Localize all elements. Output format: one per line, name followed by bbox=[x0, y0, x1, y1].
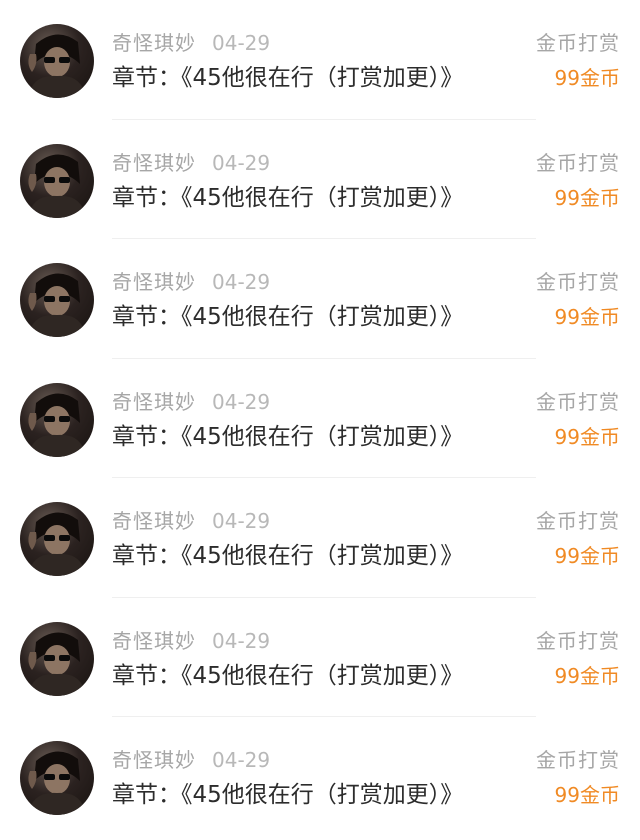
chapter-title: 章节：《45他很在行（打赏加更）》 bbox=[112, 662, 464, 689]
reward-type: 金币打赏 bbox=[536, 270, 620, 294]
user-avatar-icon[interactable] bbox=[20, 24, 94, 98]
chapter-title: 章节：《45他很在行（打赏加更）》 bbox=[112, 184, 464, 211]
reward-row[interactable]: 奇怪琪妙 04-29 章节：《45他很在行（打赏加更）》 金币打赏 99金币 bbox=[0, 0, 640, 120]
user-avatar-icon[interactable] bbox=[20, 621, 94, 696]
username: 奇怪琪妙 bbox=[112, 31, 196, 55]
username: 奇怪琪妙 bbox=[112, 628, 196, 653]
reward-type: 金币打赏 bbox=[536, 31, 620, 55]
reward-row[interactable]: 奇怪琪妙 04-29 章节：《45他很在行（打赏加更）》 金币打赏 99金币 bbox=[0, 239, 640, 359]
reward-amount: 99金币 bbox=[554, 305, 620, 329]
reward-row[interactable]: 奇怪琪妙 04-29 章节：《45他很在行（打赏加更）》 金币打赏 99金币 bbox=[0, 598, 640, 718]
reward-date: 04-29 bbox=[212, 748, 271, 772]
username: 奇怪琪妙 bbox=[112, 509, 196, 533]
reward-date: 04-29 bbox=[212, 389, 271, 414]
chapter-title: 章节：《45他很在行（打赏加更）》 bbox=[112, 65, 464, 91]
chapter-title: 章节：《45他很在行（打赏加更）》 bbox=[112, 543, 464, 569]
reward-amount: 99金币 bbox=[554, 424, 620, 449]
username: 奇怪琪妙 bbox=[112, 270, 196, 294]
reward-type: 金币打赏 bbox=[536, 150, 620, 175]
username: 奇怪琪妙 bbox=[112, 389, 196, 414]
user-avatar-icon[interactable] bbox=[20, 741, 94, 815]
reward-date: 04-29 bbox=[212, 628, 271, 653]
user-avatar-icon[interactable] bbox=[20, 143, 94, 218]
reward-date: 04-29 bbox=[212, 270, 271, 294]
chapter-title: 章节：《45他很在行（打赏加更）》 bbox=[112, 304, 464, 330]
reward-row[interactable]: 奇怪琪妙 04-29 章节：《45他很在行（打赏加更）》 金币打赏 99金币 bbox=[0, 478, 640, 598]
reward-date: 04-29 bbox=[212, 150, 271, 175]
reward-row[interactable]: 奇怪琪妙 04-29 章节：《45他很在行（打赏加更）》 金币打赏 99金币 bbox=[0, 120, 640, 240]
chapter-title: 章节：《45他很在行（打赏加更）》 bbox=[112, 782, 464, 808]
user-avatar-icon[interactable] bbox=[20, 263, 94, 337]
reward-amount: 99金币 bbox=[554, 783, 620, 807]
reward-row[interactable]: 奇怪琪妙 04-29 章节：《45他很在行（打赏加更）》 金币打赏 99金币 bbox=[0, 717, 640, 837]
reward-amount: 99金币 bbox=[554, 185, 620, 210]
reward-date: 04-29 bbox=[212, 509, 271, 533]
reward-record-list: 奇怪琪妙 04-29 章节：《45他很在行（打赏加更）》 金币打赏 99金币 奇… bbox=[0, 0, 640, 840]
user-avatar-icon[interactable] bbox=[20, 382, 94, 457]
reward-amount: 99金币 bbox=[554, 663, 620, 688]
reward-amount: 99金币 bbox=[554, 544, 620, 568]
user-avatar-icon[interactable] bbox=[20, 502, 94, 576]
reward-date: 04-29 bbox=[212, 31, 271, 55]
username: 奇怪琪妙 bbox=[112, 748, 196, 772]
reward-type: 金币打赏 bbox=[536, 748, 620, 772]
reward-amount: 99金币 bbox=[554, 66, 620, 90]
chapter-title: 章节：《45他很在行（打赏加更）》 bbox=[112, 423, 464, 450]
reward-type: 金币打赏 bbox=[536, 628, 620, 653]
username: 奇怪琪妙 bbox=[112, 150, 196, 175]
reward-type: 金币打赏 bbox=[536, 389, 620, 414]
reward-row[interactable]: 奇怪琪妙 04-29 章节：《45他很在行（打赏加更）》 金币打赏 99金币 bbox=[0, 359, 640, 479]
reward-type: 金币打赏 bbox=[536, 509, 620, 533]
